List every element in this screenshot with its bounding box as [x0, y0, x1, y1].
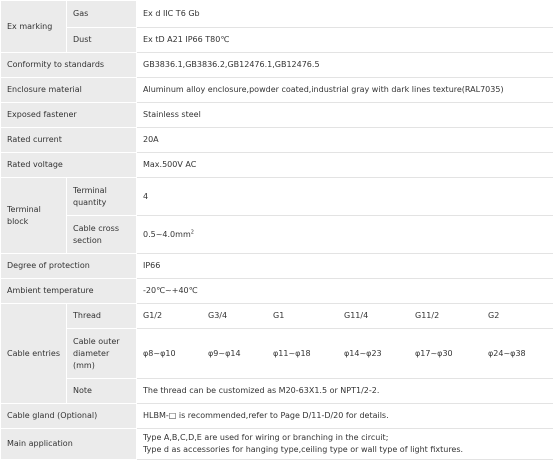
cross-section-superscript: 2 [190, 228, 194, 235]
thread-cell: G11/4 [337, 303, 409, 329]
label-protection: Degree of protection [0, 253, 137, 279]
value-note: The thread can be customized as M20-63X1… [135, 378, 553, 404]
row-rated-current: Rated current 20A [0, 127, 553, 153]
diameter-cell: φ14~φ23 [337, 328, 409, 379]
label-main-application: Main application [0, 428, 137, 460]
row-exposed-fastener: Exposed fastener Stainless steel [0, 102, 553, 128]
value-terminal-quantity: 4 [135, 177, 553, 216]
label-rated-voltage: Rated voltage [0, 152, 137, 178]
value-dust: Ex tD A21 IP66 T80℃ [135, 27, 553, 53]
main-application-line-1: Type A,B,C,D,E are used for wiring or br… [143, 433, 389, 442]
row-note: Note The thread can be customized as M20… [1, 378, 553, 404]
diameter-cell: φ17~φ30 [408, 328, 482, 379]
label-rated-current: Rated current [0, 127, 137, 153]
main-application-line-2: Type d as accessories for hanging type,c… [143, 445, 464, 454]
row-thread: Cable entries Thread G1/2 G3/4 G1 G11/4 … [0, 303, 553, 404]
value-gas: Ex d IIC T6 Gb [135, 0, 553, 28]
row-enclosure-material: Enclosure material Aluminum alloy enclos… [0, 77, 553, 103]
label-thread: Thread [66, 303, 137, 329]
label-gas: Gas [66, 0, 137, 28]
diameter-cell: φ9~φ14 [201, 328, 267, 379]
thread-cell: G11/2 [408, 303, 482, 329]
row-terminal-quantity: Terminal block Terminal quantity 4 [0, 177, 553, 254]
spec-table: Ex marking Gas Ex d IIC T6 Gb Dust Ex tD… [0, 0, 553, 460]
value-rated-voltage: Max.500V AC [135, 152, 553, 178]
diameter-cell: φ24~φ38 [480, 328, 553, 379]
diameter-cell: φ11~φ18 [266, 328, 338, 379]
value-ambient: -20℃~+40℃ [135, 278, 553, 304]
label-dust: Dust [66, 27, 137, 53]
label-enclosure-material: Enclosure material [0, 77, 137, 103]
value-exposed-fastener: Stainless steel [135, 102, 553, 128]
diameter-cell: φ8~φ10 [136, 328, 202, 379]
row-rated-voltage: Rated voltage Max.500V AC [0, 152, 553, 178]
value-cable-gland: HLBM-□ is recommended,refer to Page D/11… [135, 403, 553, 429]
label-conformity: Conformity to standards [0, 52, 137, 78]
row-ex-marking-dust: Dust Ex tD A21 IP66 T80℃ [1, 27, 553, 53]
label-terminal-block: Terminal block [0, 177, 67, 254]
row-main-application: Main application Type A,B,C,D,E are used… [0, 428, 553, 460]
row-ambient: Ambient temperature -20℃~+40℃ [0, 278, 553, 304]
label-ambient: Ambient temperature [0, 278, 137, 304]
value-main-application: Type A,B,C,D,E are used for wiring or br… [135, 428, 553, 460]
row-ex-marking-gas: Ex marking Gas Ex d IIC T6 Gb [0, 0, 553, 53]
value-cable-cross-section: 0.5~4.0mm2 [135, 215, 553, 254]
value-protection: IP66 [135, 253, 553, 279]
cross-section-text: 0.5~4.0mm [143, 229, 191, 239]
thread-cell: G1/2 [136, 303, 202, 329]
row-protection: Degree of protection IP66 [0, 253, 553, 279]
value-enclosure-material: Aluminum alloy enclosure,powder coated,i… [135, 77, 553, 103]
value-conformity: GB3836.1,GB3836.2,GB12476.1,GB12476.5 [135, 52, 553, 78]
row-cable-gland: Cable gland (Optional) HLBM-□ is recomme… [0, 403, 553, 429]
label-cable-entries: Cable entries [0, 303, 67, 404]
thread-cell: G3/4 [201, 303, 267, 329]
label-cable-gland: Cable gland (Optional) [0, 403, 137, 429]
label-cable-diameter: Cable outer diameter (mm) [66, 328, 137, 379]
value-rated-current: 20A [135, 127, 553, 153]
thread-cell: G2 [480, 303, 553, 329]
label-terminal-quantity: Terminal quantity [66, 177, 137, 216]
thread-cell: G1 [266, 303, 338, 329]
row-cable-cross-section: Cable cross section 0.5~4.0mm2 [1, 215, 553, 254]
label-note: Note [66, 378, 137, 404]
label-cable-cross-section: Cable cross section [66, 215, 137, 254]
row-conformity: Conformity to standards GB3836.1,GB3836.… [0, 52, 553, 78]
label-ex-marking: Ex marking [0, 0, 67, 53]
label-exposed-fastener: Exposed fastener [0, 102, 137, 128]
row-cable-diameter: Cable outer diameter (mm) φ8~φ10 φ9~φ14 … [1, 328, 553, 379]
